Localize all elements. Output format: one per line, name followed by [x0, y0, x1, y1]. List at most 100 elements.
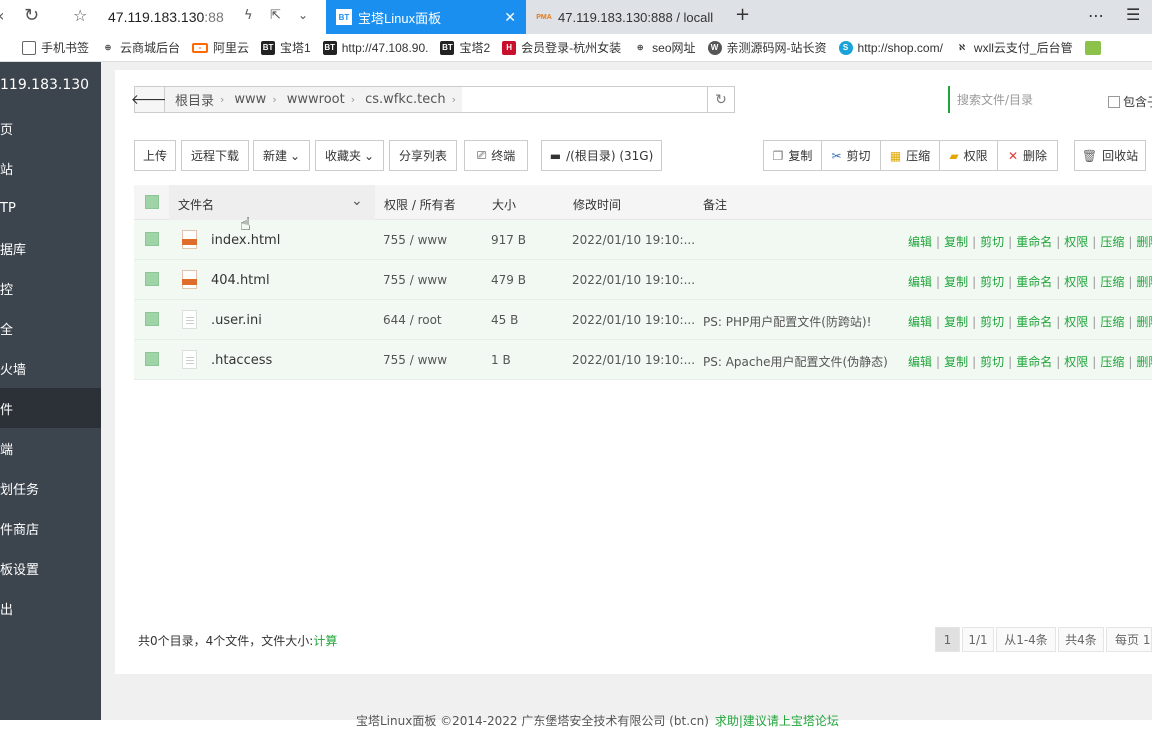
row-action-link[interactable]: 重命名: [1016, 355, 1052, 369]
tab-bt-panel[interactable]: BT 宝塔Linux面板 ✕: [326, 0, 526, 34]
back-arrow-icon[interactable]: 🡐: [131, 87, 168, 112]
bookmark-item[interactable]: ⊕ 云商城后台: [101, 39, 180, 56]
table-row[interactable]: .user.ini 644 / root 45 B 2022/01/10 19:…: [134, 300, 1152, 340]
row-action-link[interactable]: 删除: [1136, 275, 1152, 289]
row-action-link[interactable]: 编辑: [908, 275, 932, 289]
row-action-link[interactable]: 重命名: [1016, 275, 1052, 289]
permission-button[interactable]: ▰ 权限: [939, 140, 998, 171]
file-permission[interactable]: 755 / www: [383, 353, 447, 367]
sidebar-item-home[interactable]: 页: [0, 108, 101, 148]
file-permission[interactable]: 755 / www: [383, 273, 447, 287]
lightning-icon[interactable]: ϟ: [244, 9, 253, 22]
row-action-link[interactable]: 压缩: [1100, 235, 1124, 249]
header-size[interactable]: 大小: [492, 196, 516, 213]
row-action-link[interactable]: 权限: [1064, 235, 1088, 249]
row-action-link[interactable]: 复制: [944, 235, 968, 249]
path-breadcrumb[interactable]: 🡐 根目录 › www › wwwroot › cs.wfkc.tech › ↻: [131, 86, 735, 113]
refresh-icon[interactable]: ↻: [707, 87, 734, 112]
bookmark-item[interactable]: Shttp://shop.com/: [838, 40, 943, 55]
forum-link[interactable]: 求助|建议请上宝塔论坛: [715, 714, 839, 728]
bookmark-item[interactable]: ⊕ seo网址: [633, 39, 696, 56]
row-action-link[interactable]: 复制: [944, 275, 968, 289]
breadcrumb-site[interactable]: cs.wfkc.tech: [355, 92, 452, 107]
file-permission[interactable]: 644 / root: [383, 313, 442, 327]
sidebar-item-security[interactable]: 全: [0, 308, 101, 348]
sidebar-item-ftp[interactable]: TP: [0, 188, 101, 228]
sidebar-item-files[interactable]: 件: [0, 388, 101, 428]
calculate-link[interactable]: 计算: [313, 634, 337, 648]
sidebar-item-settings[interactable]: 板设置: [0, 548, 101, 588]
back-arrow-icon[interactable]: ‹: [0, 8, 4, 24]
row-action-link[interactable]: 重命名: [1016, 235, 1052, 249]
bookmark-item[interactable]: BT http://47.108.90.: [322, 40, 428, 55]
row-action-link[interactable]: 压缩: [1100, 355, 1124, 369]
favorites-dropdown-button[interactable]: 收藏夹 ⌄: [315, 140, 384, 171]
row-checkbox[interactable]: [145, 272, 159, 286]
sidebar-item-logout[interactable]: 出: [0, 588, 101, 628]
table-row[interactable]: index.html 755 / www 917 B 2022/01/10 19…: [134, 220, 1152, 260]
per-page-select[interactable]: 每页 1: [1106, 627, 1152, 652]
share-list-button[interactable]: 分享列表: [389, 140, 457, 171]
file-permission[interactable]: 755 / www: [383, 233, 447, 247]
menu-icon[interactable]: ☰: [1126, 7, 1140, 23]
new-tab-plus-icon[interactable]: +: [735, 6, 750, 24]
delete-button[interactable]: ✕ 删除: [997, 140, 1058, 171]
sidebar-item-store[interactable]: 件商店: [0, 508, 101, 548]
row-action-link[interactable]: 删除: [1136, 315, 1152, 329]
copy-button[interactable]: ❐ 复制: [763, 140, 822, 171]
select-all-checkbox[interactable]: [145, 195, 159, 209]
compress-button[interactable]: ▦ 压缩: [880, 140, 940, 171]
upload-button[interactable]: 上传: [134, 140, 176, 171]
reload-icon[interactable]: ↻: [24, 7, 39, 25]
file-name[interactable]: .htaccess: [211, 353, 272, 368]
breadcrumb-root[interactable]: 根目录: [165, 90, 220, 109]
close-icon[interactable]: ✕: [504, 9, 516, 26]
row-action-link[interactable]: 权限: [1064, 355, 1088, 369]
row-action-link[interactable]: 压缩: [1100, 275, 1124, 289]
header-permission[interactable]: 权限 / 所有者: [384, 196, 456, 213]
row-action-link[interactable]: 复制: [944, 355, 968, 369]
table-row[interactable]: 404.html 755 / www 479 B 2022/01/10 19:1…: [134, 260, 1152, 300]
row-action-link[interactable]: 权限: [1064, 315, 1088, 329]
search-input[interactable]: 搜索文件/目录 包含子: [948, 86, 1152, 113]
tab-phpmyadmin[interactable]: PMA 47.119.183.130:888 / locall: [526, 0, 726, 34]
row-action-link[interactable]: 编辑: [908, 235, 932, 249]
address-bar[interactable]: 47.119.183.130:88: [108, 9, 224, 25]
bookmark-item[interactable]: ℵ wxll云支付_后台管: [955, 39, 1073, 56]
row-checkbox[interactable]: [145, 312, 159, 326]
sidebar-item-firewall[interactable]: 火墙: [0, 348, 101, 388]
sidebar-item-database[interactable]: 据库: [0, 228, 101, 268]
sidebar-item-monitor[interactable]: 控: [0, 268, 101, 308]
checkbox-box[interactable]: [1108, 95, 1120, 108]
more-icon[interactable]: ⋯: [1088, 8, 1104, 24]
share-icon[interactable]: ⇱: [270, 9, 281, 22]
disk-button[interactable]: ▬ /(根目录) (31G): [541, 140, 662, 171]
recycle-bin-button[interactable]: 🗑 回收站: [1074, 140, 1146, 171]
chevron-down-icon[interactable]: ⌄: [298, 9, 308, 21]
row-action-link[interactable]: 剪切: [980, 275, 1004, 289]
row-action-link[interactable]: 剪切: [980, 235, 1004, 249]
star-icon[interactable]: ☆: [73, 8, 87, 24]
terminal-button[interactable]: ⎚ 终端: [464, 140, 528, 171]
breadcrumb-wwwroot[interactable]: wwwroot: [277, 92, 351, 107]
bookmark-item[interactable]: W 亲测源码网-站长资: [707, 39, 827, 56]
header-mtime[interactable]: 修改时间: [573, 196, 621, 213]
table-row[interactable]: .htaccess 755 / www 1 B 2022/01/10 19:10…: [134, 340, 1152, 380]
cut-button[interactable]: ✂ 剪切: [821, 140, 881, 171]
row-action-link[interactable]: 编辑: [908, 315, 932, 329]
row-action-link[interactable]: 编辑: [908, 355, 932, 369]
remote-download-button[interactable]: 远程下载: [181, 140, 249, 171]
file-name[interactable]: .user.ini: [211, 313, 262, 328]
name-column-header[interactable]: 文件名 ⌄: [169, 185, 375, 220]
row-action-link[interactable]: 剪切: [980, 315, 1004, 329]
row-action-link[interactable]: 剪切: [980, 355, 1004, 369]
row-action-link[interactable]: 压缩: [1100, 315, 1124, 329]
file-name[interactable]: 404.html: [211, 273, 270, 288]
sidebar-item-terminal[interactable]: 端: [0, 428, 101, 468]
page-current[interactable]: 1: [935, 627, 960, 652]
row-action-link[interactable]: 复制: [944, 315, 968, 329]
row-action-link[interactable]: 重命名: [1016, 315, 1052, 329]
breadcrumb-www[interactable]: www: [224, 92, 272, 107]
row-action-link[interactable]: 删除: [1136, 355, 1152, 369]
bookmark-item[interactable]: BT 宝塔1: [261, 39, 311, 56]
